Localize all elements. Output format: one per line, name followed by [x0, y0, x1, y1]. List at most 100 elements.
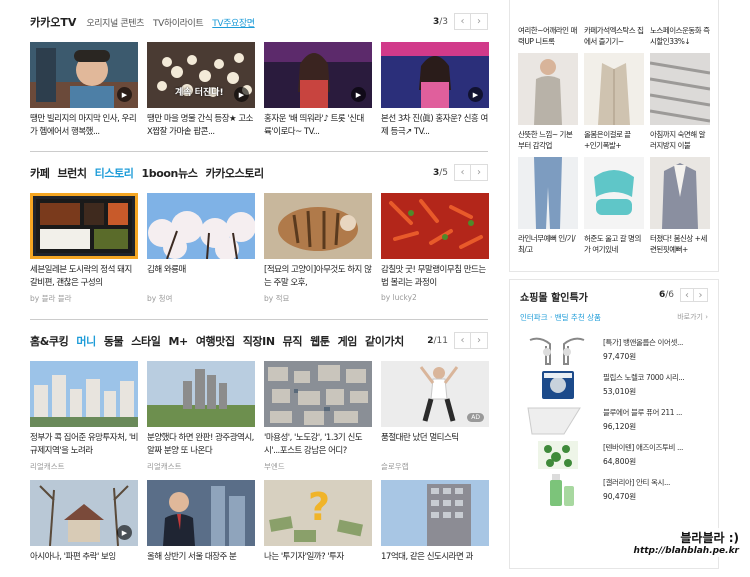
product-thumbnail[interactable]: [518, 53, 578, 125]
product-thumbnail[interactable]: [650, 0, 710, 21]
store-name[interactable]: 인터파크 · 밴딜 추천 상품: [520, 313, 601, 322]
deal-item[interactable]: [특가] 뱅앤올룹슨 이어셋... 97,470원: [510, 332, 718, 367]
video-card[interactable]: 계속 터진다! ▶ 땡만 마을 명물 간식 등장★ 고소X짭잘 가마솥 팝콘..…: [147, 42, 255, 139]
play-icon[interactable]: ▶: [234, 87, 249, 102]
shopping-item[interactable]: 라인너무예뻐 인/기/최/고: [518, 157, 578, 261]
tab-tv-scenes[interactable]: TV주요장면: [212, 16, 255, 29]
product-text[interactable]: 올봄은이걸로 끝 +인기폭발+: [584, 129, 644, 151]
play-icon[interactable]: ▶: [117, 87, 132, 102]
product-text[interactable]: 여리한~어깨라인 매력UP 니트록: [518, 25, 578, 47]
video-thumbnail[interactable]: ▶: [30, 42, 138, 108]
deal-name[interactable]: [텐바이텐] 애즈이즈투비 ...: [603, 442, 683, 453]
post-thumbnail[interactable]: [147, 193, 255, 259]
card-title[interactable]: 땡만 마을 명물 간식 등장★ 고소X짭잘 가마솥 팝콘...: [147, 113, 255, 139]
product-text[interactable]: 아침까지 숙면해 알러지방지 이불: [650, 129, 710, 151]
deal-name[interactable]: [특가] 뱅앤올룹슨 이어셋...: [603, 337, 683, 348]
tab-animal[interactable]: 동물: [104, 333, 124, 349]
tab-tv-highlight[interactable]: TV하이라이트: [153, 16, 204, 29]
product-text[interactable]: 터졌다! 봄신상 +세련된핏예뻐+: [650, 233, 710, 255]
next-button[interactable]: ›: [471, 13, 488, 30]
card-title[interactable]: 아시아나, '파편 추락' 보잉: [30, 551, 138, 577]
more-link[interactable]: 바로가기 ›: [677, 312, 708, 322]
tab-together[interactable]: 같이가치: [365, 333, 404, 349]
deal-thumbnail[interactable]: [520, 473, 595, 506]
tab-style[interactable]: 스타일: [131, 333, 161, 349]
card-title[interactable]: 홍자운 '배 띄워라'♪ 트롯 '신대륙'이로다~ TV...: [264, 113, 372, 139]
card-title[interactable]: 세븐일레븐 도시락의 정석 돼지갈비편, 괜찮은 구성의: [30, 264, 138, 290]
card-title[interactable]: 김해 와룡매: [147, 264, 255, 290]
post-thumbnail[interactable]: [30, 193, 138, 259]
article-card[interactable]: 올해 상반기 서울 대장주 분: [147, 480, 255, 577]
card-title[interactable]: 분양했다 하면 완판! 광주광역시, 알짜 분양 또 나온다: [147, 432, 255, 458]
tab-kakaostory[interactable]: 카카오스토리: [205, 165, 264, 181]
article-card[interactable]: ? 나는 '투기자'일까? '투자: [264, 480, 372, 577]
shopping-item[interactable]: 산뜻한 느낌~ 기본부터 감각업: [518, 53, 578, 157]
tab-webtoon[interactable]: 웹툰: [310, 333, 330, 349]
article-thumbnail[interactable]: [264, 361, 372, 427]
next-button[interactable]: ›: [471, 332, 488, 349]
card-title[interactable]: 품절대란 났던 멀티스틱: [381, 432, 489, 458]
prev-button[interactable]: ‹: [454, 13, 471, 30]
post-card[interactable]: 세븐일레븐 도시락의 정석 돼지갈비편, 괜찮은 구성의 by 블라 블라: [30, 193, 138, 304]
deal-name[interactable]: [갤러리아] 안티 옥시...: [603, 477, 670, 488]
play-icon[interactable]: ▶: [468, 87, 483, 102]
product-text[interactable]: 라인너무예뻐 인/기/최/고: [518, 233, 578, 255]
kakaotv-title[interactable]: 카카오TV: [30, 14, 76, 30]
card-title[interactable]: 올해 상반기 서울 대장주 분: [147, 551, 255, 577]
tab-original[interactable]: 오리지널 콘텐츠: [86, 16, 144, 29]
card-title[interactable]: [적묘의 고양이]아무것도 하지 않는 주말 오후,: [264, 264, 372, 290]
prev-button[interactable]: ‹: [680, 288, 694, 302]
article-thumbnail[interactable]: ▶: [30, 480, 138, 546]
shopping-item[interactable]: 터졌다! 봄신상 +세련된핏예뻐+: [650, 157, 710, 261]
article-thumbnail[interactable]: [147, 480, 255, 546]
product-thumbnail[interactable]: [650, 157, 710, 229]
tab-tistory[interactable]: 티스토리: [95, 165, 134, 181]
deal-thumbnail[interactable]: [520, 439, 595, 471]
video-card[interactable]: ▶ 땡만 빌리지의 마지막 인사, 우리가 헴에어서 행복했...: [30, 42, 138, 139]
product-thumbnail[interactable]: [584, 0, 644, 21]
tab-cafe[interactable]: 카페: [30, 165, 50, 181]
prev-button[interactable]: ‹: [454, 164, 471, 181]
prev-button[interactable]: ‹: [454, 332, 471, 349]
product-thumbnail[interactable]: [518, 157, 578, 229]
card-title[interactable]: 정부가 콕 집어준 유망투자처, '비규제지역'을 노려라: [30, 432, 138, 458]
video-card[interactable]: ▶ 홍자운 '배 띄워라'♪ 트롯 '신대륙'이로다~ TV...: [264, 42, 372, 139]
article-card[interactable]: AD 품절대란 났던 멀티스틱 슬로우랩: [381, 361, 489, 472]
shopping-item[interactable]: 여리한~어깨라인 매력UP 니트록: [518, 0, 578, 53]
shopping-item[interactable]: 허준도 울고 갈 명의가 여기있네: [584, 157, 644, 261]
card-title[interactable]: 본선 3차 진(眞) 홍자운? 신흥 여제 등극↗ TV...: [381, 113, 489, 139]
tab-work[interactable]: 직장IN: [243, 333, 275, 349]
deals-title[interactable]: 쇼핑몰 할인특가: [520, 289, 588, 304]
next-button[interactable]: ›: [694, 288, 708, 302]
product-thumbnail[interactable]: [584, 157, 644, 229]
shopping-item[interactable]: 아침까지 숙면해 알러지방지 이불: [649, 53, 711, 157]
next-button[interactable]: ›: [471, 164, 488, 181]
card-title[interactable]: 17억대, 같은 신도시라면 과: [381, 551, 489, 577]
product-text[interactable]: 산뜻한 느낌~ 기본부터 감각업: [518, 129, 578, 151]
tab-money[interactable]: 머니: [76, 333, 96, 349]
tab-game[interactable]: 게임: [338, 333, 358, 349]
article-card[interactable]: '마용성', '노도강', '1.3기 신도시'...포스트 강남은 어디? 부…: [264, 361, 372, 472]
video-thumbnail[interactable]: ▶: [264, 42, 372, 108]
article-thumbnail[interactable]: [381, 480, 489, 546]
deal-item[interactable]: [텐바이텐] 애즈이즈투비 ... 64,800원: [510, 437, 718, 472]
article-thumbnail[interactable]: [147, 361, 255, 427]
article-card[interactable]: ▶ 아시아나, '파편 추락' 보잉: [30, 480, 138, 577]
video-thumbnail[interactable]: 계속 터진다! ▶: [147, 42, 255, 108]
play-icon[interactable]: ▶: [117, 525, 132, 540]
article-card[interactable]: 분양했다 하면 완판! 광주광역시, 알짜 분양 또 나온다 리얼캐스트: [147, 361, 255, 472]
deal-thumbnail[interactable]: [520, 334, 595, 366]
product-text[interactable]: 허준도 울고 갈 명의가 여기있네: [584, 233, 644, 255]
tab-home-cooking[interactable]: 홈&쿠킹: [30, 333, 69, 349]
article-thumbnail[interactable]: AD: [381, 361, 489, 427]
post-card[interactable]: [적묘의 고양이]아무것도 하지 않는 주말 오후, by 적묘: [264, 193, 372, 304]
product-text[interactable]: 카페가석엑스탁스 집에서 즐기기~: [584, 25, 644, 47]
card-title[interactable]: 감칠맛 굿! 무말랭이무침 만드는 법 볼리는 과정이: [381, 264, 489, 290]
deal-item[interactable]: [갤러리아] 안티 옥시... 90,470원: [510, 472, 718, 507]
card-title[interactable]: 땡만 빌리지의 마지막 인사, 우리가 헴에어서 행복했...: [30, 113, 138, 139]
deal-item[interactable]: 블루에어 블루 퓨어 211 ... 96,120원: [510, 402, 718, 437]
product-thumbnail[interactable]: [649, 53, 711, 125]
product-thumbnail[interactable]: [518, 0, 578, 21]
tab-travel[interactable]: 여행맛집: [196, 333, 235, 349]
product-text[interactable]: 노스페이스운동화 즉시할인33%↓: [650, 25, 710, 47]
